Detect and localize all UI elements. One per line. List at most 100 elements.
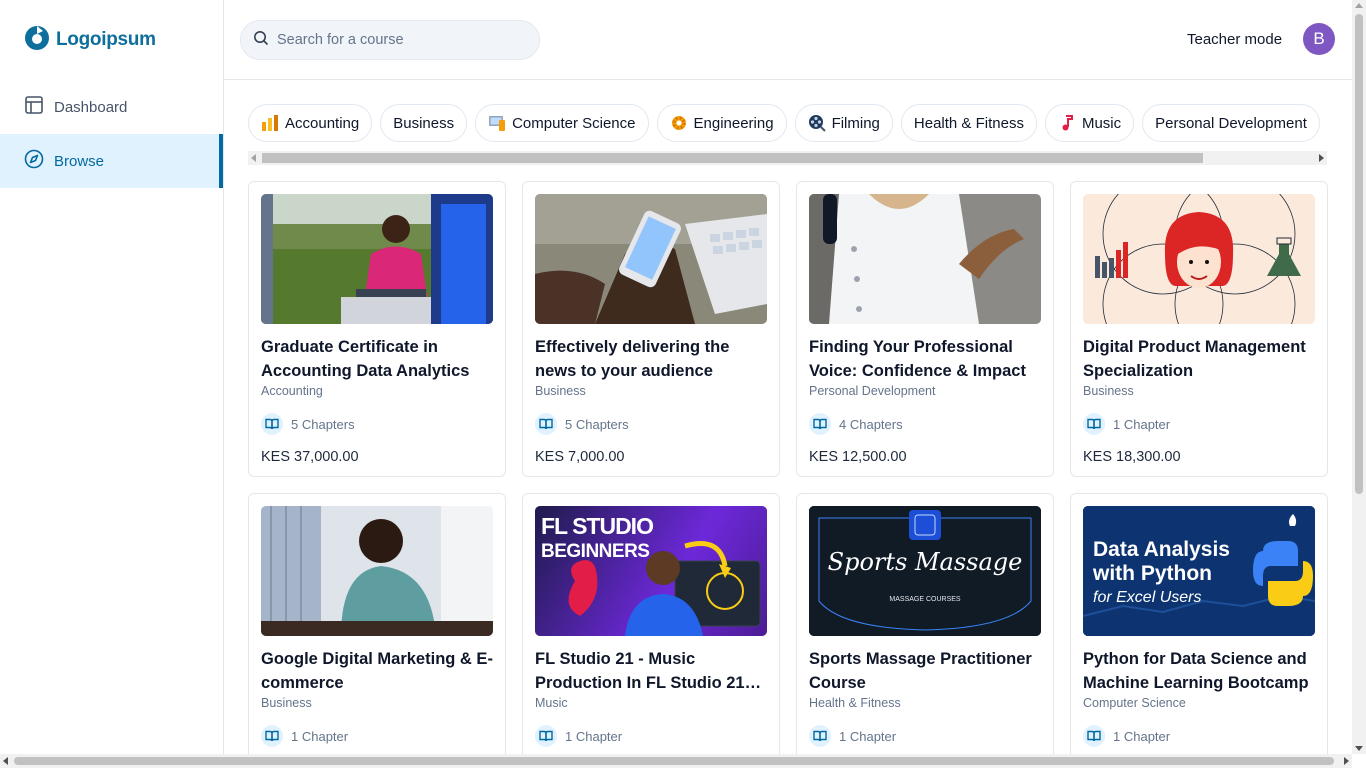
category-bar: Accounting Business Computer Science Eng… [248,100,1327,168]
logo[interactable]: Logoipsum [0,0,223,80]
course-title: Finding Your Professional Voice: Confide… [809,338,1026,380]
scroll-left-arrow-icon[interactable] [251,154,256,162]
gear-emoji-icon [670,114,688,132]
course-price: KES 18,300.00 [1083,449,1181,465]
chapter-count: 1 Chapter [1083,725,1315,747]
chapter-count: 1 Chapter [535,725,767,747]
course-image-speaker-microphone [809,194,1041,324]
course-image-fl-studio-thumbnail: FL STUDIO BEGINNERS [535,506,767,636]
search-icon [253,30,269,51]
chapter-count: 1 Chapter [261,725,493,747]
course-grid: Graduate Certificate in Accounting Data … [248,181,1328,768]
horizontal-scroll-thumb[interactable] [14,757,1334,765]
page-horizontal-scrollbar[interactable] [0,754,1352,768]
scroll-right-arrow-icon[interactable] [1344,757,1349,765]
course-image-venn-illustration [1083,194,1315,324]
chapter-count: 5 Chapters [261,413,493,435]
layout-icon [24,95,44,119]
search-input[interactable] [277,32,517,48]
course-card[interactable]: Digital Product Management Specializatio… [1070,181,1328,477]
scroll-left-arrow-icon[interactable] [3,757,8,765]
course-category: Music [535,696,568,710]
book-open-icon [809,413,831,435]
course-card[interactable]: Effectively delivering the news to your … [522,181,780,477]
scroll-up-arrow-icon[interactable] [1355,3,1363,8]
chapter-count-label: 5 Chapters [291,416,355,432]
search-box[interactable] [240,20,540,60]
scroll-down-arrow-icon[interactable] [1355,746,1363,751]
page-vertical-scrollbar[interactable] [1352,0,1366,754]
book-open-icon [535,413,557,435]
category-chip-engineering[interactable]: Engineering [656,104,787,142]
course-card[interactable]: FL STUDIO BEGINNERS FL Studio 21 - Music… [522,493,780,768]
category-chip-label: Personal Development [1155,114,1307,132]
scroll-right-arrow-icon[interactable] [1319,154,1324,162]
category-chip-accounting[interactable]: Accounting [248,104,373,142]
topbar: Teacher mode B [224,0,1352,80]
chapter-count: 5 Chapters [535,413,767,435]
course-title: Effectively delivering the news to your … [535,338,730,380]
category-chip-health-fitness[interactable]: Health & Fitness [900,104,1037,142]
course-card[interactable]: Google Digital Marketing & E-commerce Bu… [248,493,506,768]
course-title: Python for Data Science and Machine Lear… [1083,650,1309,692]
sidebar-item-browse[interactable]: Browse [0,134,223,188]
chapter-count: 4 Chapters [809,413,1041,435]
chapter-count-label: 1 Chapter [291,728,349,744]
book-open-icon [809,725,831,747]
course-price: KES 12,500.00 [809,449,907,465]
logo-mark-icon [24,25,50,56]
course-category: Business [535,384,586,398]
category-chip-label: Computer Science [512,114,636,132]
category-chip-label: Music [1081,114,1122,132]
course-category: Computer Science [1083,696,1186,710]
course-card[interactable]: Finding Your Professional Voice: Confide… [796,181,1054,477]
course-image-man-smiling-laptop [261,506,493,636]
avatar[interactable]: B [1303,23,1335,55]
category-chip-music[interactable]: Music [1044,104,1135,142]
book-open-icon [1083,725,1105,747]
thumbnail-caption: Data Analysis with Python for Excel User… [1093,538,1230,606]
bar-chart-emoji-icon [261,114,279,132]
course-card[interactable]: Graduate Certificate in Accounting Data … [248,181,506,477]
book-open-icon [261,725,283,747]
film-reel-emoji-icon [808,114,826,132]
course-category: Business [261,696,312,710]
category-chip-filming[interactable]: Filming [794,104,893,142]
course-image-woman-laptop-train [261,194,493,324]
chapter-count: 1 Chapter [809,725,1041,747]
sidebar-item-label: Dashboard [54,98,128,116]
category-chip-label: Health & Fitness [913,114,1024,132]
vertical-scroll-thumb[interactable] [1355,14,1363,494]
category-scrollbar[interactable] [248,151,1327,165]
sidebar: Logoipsum Dashboard Browse [0,0,224,768]
category-chip-label: Accounting [285,114,360,132]
category-chip-personal-development[interactable]: Personal Development [1142,104,1320,142]
category-chip-business[interactable]: Business [380,104,468,142]
logo-text: Logoipsum [56,29,156,50]
thumbnail-caption: Sports Massage MASSAGE COURSES [827,548,1023,603]
course-card[interactable]: Data Analysis with Python for Excel User… [1070,493,1328,768]
chapter-count-label: 1 Chapter [1113,728,1171,744]
sidebar-item-dashboard[interactable]: Dashboard [0,80,223,134]
compass-icon [24,149,44,173]
category-chip-label: Engineering [693,114,774,132]
category-scroll-thumb[interactable] [262,153,1203,163]
category-chip-label: Filming [831,114,880,132]
course-title: Graduate Certificate in Accounting Data … [261,338,470,380]
course-title: Digital Product Management Specializatio… [1083,338,1306,380]
chapter-count-label: 1 Chapter [1113,416,1171,432]
course-category: Health & Fitness [809,696,901,710]
chapter-count-label: 4 Chapters [839,416,903,432]
course-category: Business [1083,384,1134,398]
music-note-emoji-icon [1058,114,1076,132]
book-open-icon [261,413,283,435]
course-category: Personal Development [809,384,936,398]
course-price: KES 37,000.00 [261,449,359,465]
sidebar-item-label: Browse [54,152,105,170]
category-chip-computer-science[interactable]: Computer Science [475,104,649,142]
course-image-phone-keyboard [535,194,767,324]
course-card[interactable]: Sports Massage MASSAGE COURSES Sports Ma… [796,493,1054,768]
teacher-mode-button[interactable]: Teacher mode [1187,31,1282,48]
course-price: KES 7,000.00 [535,449,625,465]
computer-emoji-icon [488,114,506,132]
